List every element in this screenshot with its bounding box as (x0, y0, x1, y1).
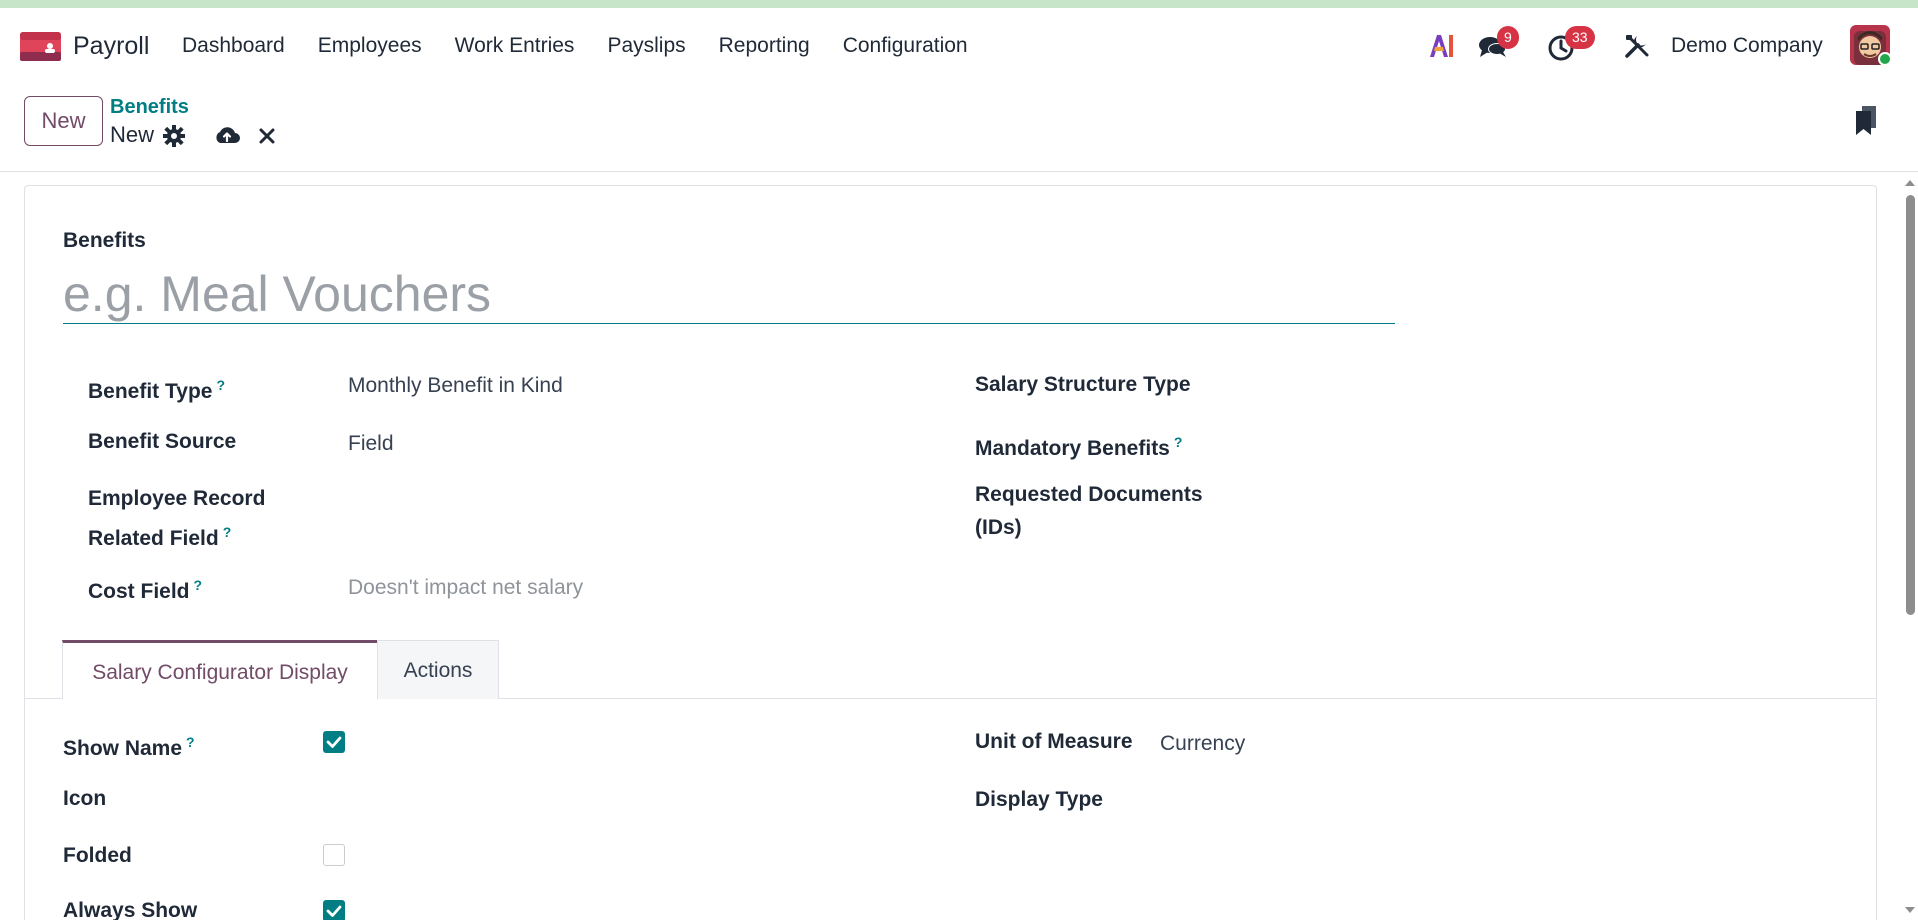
employee-record-field-label-line2: Related Field? (88, 524, 232, 550)
cost-field-label: Cost Field? (88, 577, 203, 603)
benefit-source-field[interactable]: Field (348, 428, 394, 460)
payroll-app-icon[interactable] (20, 32, 61, 61)
menu-work-entries[interactable]: Work Entries (455, 34, 575, 58)
always-show-checkbox[interactable] (323, 900, 345, 920)
online-status-indicator (1878, 52, 1892, 66)
scroll-down-arrow-icon[interactable] (1904, 906, 1916, 915)
help-tooltip-icon[interactable]: ? (223, 524, 232, 540)
main-navbar: Payroll Dashboard Employees Work Entries… (0, 8, 1918, 84)
mandatory-benefits-label: Mandatory Benefits? (975, 434, 1183, 460)
menu-dashboard[interactable]: Dashboard (182, 34, 285, 58)
company-switcher[interactable]: Demo Company (1671, 34, 1823, 58)
always-show-label: Always Show (63, 899, 198, 920)
browser-top-strip (0, 0, 1918, 8)
scrollbar-thumb[interactable] (1906, 195, 1915, 615)
icon-label: Icon (63, 787, 107, 810)
salary-structure-type-label: Salary Structure Type (975, 373, 1191, 396)
unit-of-measure-label: Unit of Measure (975, 730, 1133, 753)
breadcrumb-benefits[interactable]: Benefits (110, 96, 189, 119)
employee-record-field-label: Employee Record (88, 487, 266, 510)
requested-documents-label: Requested Documents (975, 483, 1203, 506)
debug-tools-icon[interactable] (1624, 33, 1650, 59)
folded-label: Folded (63, 844, 132, 867)
cost-field-input[interactable]: Doesn't impact net salary (348, 572, 583, 604)
bookmark-icon[interactable] (1855, 106, 1877, 136)
folded-checkbox[interactable] (323, 844, 345, 866)
benefit-name-label: Benefits (63, 229, 146, 252)
unit-of-measure-field[interactable]: Currency (1160, 728, 1245, 760)
menu-employees[interactable]: Employees (318, 34, 422, 58)
discard-close-icon[interactable] (259, 128, 275, 144)
ai-assistant-icon[interactable] (1428, 33, 1456, 59)
app-name[interactable]: Payroll (73, 32, 149, 61)
scroll-up-arrow-icon[interactable] (1904, 178, 1916, 187)
help-tooltip-icon[interactable]: ? (194, 577, 203, 593)
activities-badge: 33 (1565, 26, 1595, 49)
show-name-label: Show Name? (63, 734, 195, 760)
save-cloud-icon[interactable] (214, 124, 240, 146)
help-tooltip-icon[interactable]: ? (1174, 434, 1183, 450)
requested-documents-label-line2: (IDs) (975, 516, 1022, 539)
menu-payslips[interactable]: Payslips (607, 34, 685, 58)
control-panel: New Benefits New (0, 84, 1918, 172)
new-button[interactable]: New (24, 96, 103, 146)
menu-reporting[interactable]: Reporting (719, 34, 810, 58)
tab-salary-configurator-display[interactable]: Salary Configurator Display (62, 640, 378, 699)
tab-actions[interactable]: Actions (377, 640, 499, 699)
display-type-label: Display Type (975, 788, 1103, 811)
show-name-checkbox[interactable] (323, 731, 345, 753)
help-tooltip-icon[interactable]: ? (186, 734, 195, 750)
benefit-type-label: Benefit Type? (88, 377, 226, 403)
messages-badge: 9 (1497, 26, 1519, 49)
gear-icon[interactable] (163, 125, 185, 147)
top-menu: Dashboard Employees Work Entries Payslip… (182, 34, 1001, 58)
menu-configuration[interactable]: Configuration (843, 34, 968, 58)
benefit-name-input[interactable] (63, 264, 1395, 324)
benefit-type-field[interactable]: Monthly Benefit in Kind (348, 370, 563, 402)
benefit-source-label: Benefit Source (88, 430, 237, 453)
help-tooltip-icon[interactable]: ? (216, 377, 225, 393)
breadcrumb-current-record: New (110, 122, 155, 147)
